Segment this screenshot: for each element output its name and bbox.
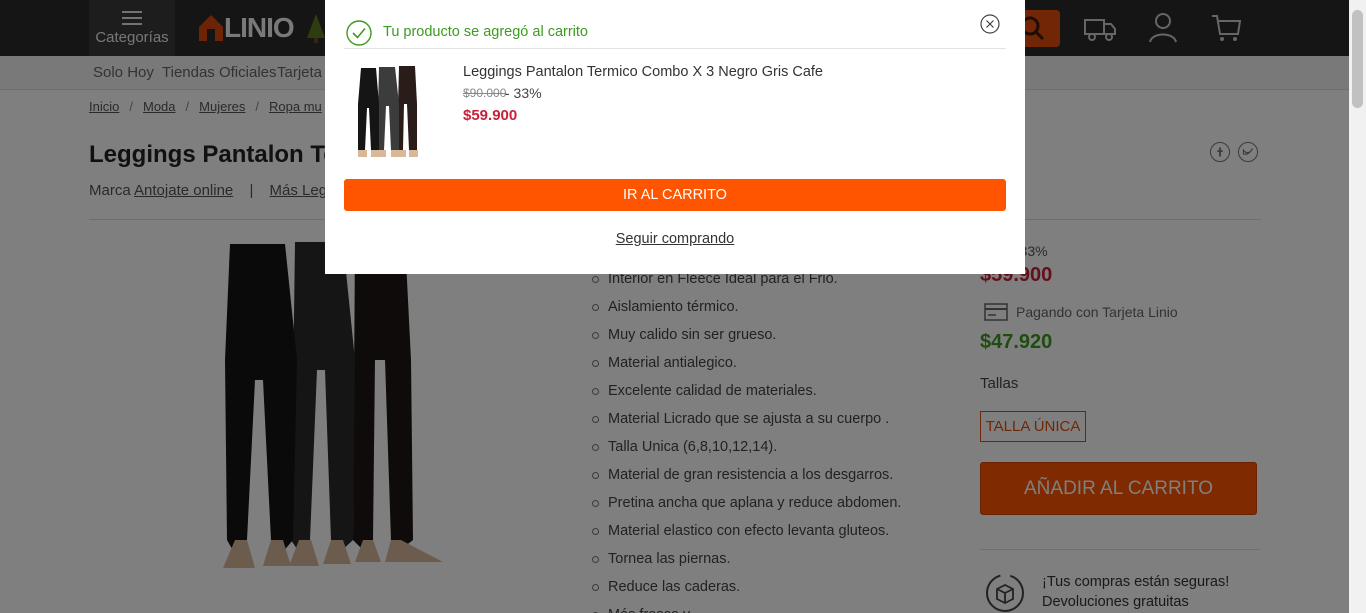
modal-discount: - 33%	[505, 85, 542, 101]
added-to-cart-modal: Tu producto se agregó al carrito Legging…	[325, 0, 1025, 274]
modal-divider	[344, 48, 1006, 49]
close-icon[interactable]	[980, 14, 1000, 34]
success-message: Tu producto se agregó al carrito	[383, 24, 588, 40]
modal-price: $59.900	[463, 107, 518, 124]
modal-old-price: $90.000	[463, 86, 507, 100]
product-thumbnail	[358, 66, 418, 157]
check-circle-icon	[346, 20, 372, 46]
go-to-cart-button[interactable]: IR AL CARRITO	[344, 179, 1006, 211]
scrollbar-thumb[interactable]	[1352, 10, 1363, 108]
keep-shopping-row: Seguir comprando	[325, 231, 1025, 247]
keep-shopping-link[interactable]: Seguir comprando	[616, 231, 735, 247]
modal-product-name: Leggings Pantalon Termico Combo X 3 Negr…	[463, 64, 824, 80]
page-scrollbar[interactable]	[1349, 0, 1366, 613]
